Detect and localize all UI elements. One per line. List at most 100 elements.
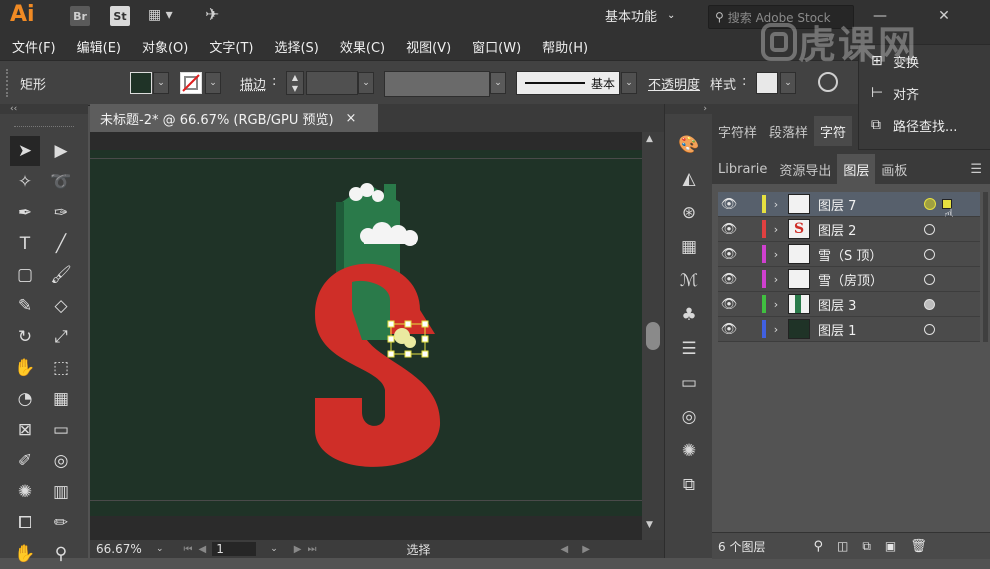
next-artboard-icon[interactable]: ▶ xyxy=(294,544,302,555)
expand-chevron-icon[interactable]: › xyxy=(766,223,786,236)
free-transform-tool-icon[interactable]: ⬚ xyxy=(46,353,76,383)
eraser-tool-icon[interactable]: ◇ xyxy=(46,291,76,321)
rectangle-tool-icon[interactable]: ▢ xyxy=(10,260,40,290)
artboard-dropdown-icon[interactable]: ⌄ xyxy=(270,544,278,554)
close-document-icon[interactable]: × xyxy=(346,111,357,126)
panel-menu-icon[interactable]: ☰ xyxy=(970,162,982,177)
swatches-icon[interactable]: ▦ xyxy=(665,230,713,264)
layer-name[interactable]: 雪（S 顶） xyxy=(818,245,918,264)
layer-row[interactable]: 👁 › 雪（S 顶） xyxy=(718,242,980,267)
zoom-dropdown-icon[interactable]: ⌄ xyxy=(156,544,164,554)
stroke-panel-icon[interactable]: ☰ xyxy=(665,332,713,366)
opacity-label[interactable]: 不透明度 xyxy=(648,74,700,93)
fill-swatch[interactable] xyxy=(130,72,152,94)
brush-dropdown[interactable]: ⌄ xyxy=(621,72,637,94)
layer-target-icon[interactable] xyxy=(924,248,935,260)
artboard[interactable] xyxy=(90,150,642,516)
flyout-item-pathfinder[interactable]: ⧉ 路径查找... xyxy=(859,109,990,141)
scale-tool-icon[interactable]: ⤢ xyxy=(46,322,76,352)
artwork[interactable] xyxy=(90,150,642,516)
stroke-swatch[interactable] xyxy=(180,72,202,94)
stroke-dropdown[interactable]: ⌄ xyxy=(205,72,221,94)
gradient-tool-icon[interactable]: ▭ xyxy=(46,415,76,445)
layer-target-icon[interactable] xyxy=(924,323,935,335)
layer-row[interactable]: 👁 › 图层 1 xyxy=(718,317,980,342)
pen-tool-icon[interactable]: ✒ xyxy=(10,198,40,228)
document-tab[interactable]: 未标题-2* @ 66.67% (RGB/GPU 预览) × xyxy=(90,104,378,132)
stroke-weight-dropdown[interactable]: ⌄ xyxy=(358,72,374,94)
tab-paragraph-styles[interactable]: 段落样 xyxy=(763,116,814,146)
layer-target-icon[interactable] xyxy=(924,223,935,235)
expand-chevron-icon[interactable]: › xyxy=(766,248,786,261)
status-menu-icon[interactable]: ◀ xyxy=(561,544,569,555)
expand-chevron-icon[interactable]: › xyxy=(766,273,786,286)
selection-tool-icon[interactable]: ➤ xyxy=(10,136,40,166)
menu-effect[interactable]: 效果(C) xyxy=(340,37,385,56)
variable-width-profile[interactable] xyxy=(384,71,490,97)
menu-view[interactable]: 视图(V) xyxy=(406,37,451,56)
expand-chevron-icon[interactable]: › xyxy=(766,323,786,336)
lasso-tool-icon[interactable]: ➰ xyxy=(46,167,76,197)
layer-row[interactable]: 👁 › 图层 7 ☝ xyxy=(718,192,980,224)
layer-target-icon[interactable] xyxy=(924,198,936,210)
blend-tool-icon[interactable]: ◎ xyxy=(46,446,76,476)
scrollbar-thumb[interactable] xyxy=(646,322,660,350)
visibility-eye-icon[interactable]: 👁 xyxy=(718,222,740,237)
layer-name[interactable]: 图层 3 xyxy=(818,295,918,314)
tab-layers[interactable]: 图层 xyxy=(837,154,876,184)
tab-asset-export[interactable]: 资源导出 xyxy=(773,154,837,184)
stroke-weight-input[interactable] xyxy=(306,71,358,95)
gradient-panel-icon[interactable]: ▭ xyxy=(665,366,713,400)
visibility-eye-icon[interactable]: 👁 xyxy=(718,272,740,287)
shape-builder-tool-icon[interactable]: ◔ xyxy=(10,384,40,414)
brushes-icon[interactable]: ℳ xyxy=(665,264,713,298)
delete-layer-icon[interactable]: 🗑 xyxy=(910,539,927,554)
appearance-panel-icon[interactable]: ✺ xyxy=(665,434,713,468)
layer-row[interactable]: 👁 › 图层 3 xyxy=(718,292,980,317)
vertical-scrollbar[interactable]: ▲ ▼ xyxy=(642,132,664,540)
recolor-artwork-icon[interactable] xyxy=(818,72,838,92)
layers-scrollbar[interactable] xyxy=(983,192,988,342)
brush-definition-field[interactable]: 基本 xyxy=(516,71,620,95)
rotate-tool-icon[interactable]: ↻ xyxy=(10,322,40,352)
hand-tool-icon[interactable]: ✋ xyxy=(10,539,40,569)
layer-row[interactable]: 👁 › S 图层 2 xyxy=(718,217,980,242)
scroll-down-icon[interactable]: ▼ xyxy=(646,520,653,530)
expand-chevron-icon[interactable]: › xyxy=(766,298,786,311)
menu-select[interactable]: 选择(S) xyxy=(274,37,318,56)
control-bar-grip[interactable] xyxy=(6,69,12,97)
layer-name[interactable]: 图层 2 xyxy=(818,220,918,239)
first-artboard-icon[interactable]: ⏮ xyxy=(184,544,193,555)
artboard-tool-icon[interactable]: ⧠ xyxy=(10,508,40,538)
eyedropper-tool-icon[interactable]: ✐ xyxy=(10,446,40,476)
visibility-eye-icon[interactable]: 👁 xyxy=(718,247,740,262)
gpu-performance-icon[interactable]: ✈ xyxy=(205,5,219,25)
color-picker-icon[interactable]: ⊛ xyxy=(665,196,713,230)
workspace-switcher[interactable]: 基本功能 ⌄ xyxy=(605,6,675,25)
expand-dock-icon[interactable]: › xyxy=(665,104,713,114)
fill-dropdown[interactable]: ⌄ xyxy=(153,72,169,94)
layer-name[interactable]: 图层 7 xyxy=(818,195,918,214)
menu-edit[interactable]: 编辑(E) xyxy=(77,37,121,56)
menu-object[interactable]: 对象(O) xyxy=(142,37,188,56)
collapse-tools-icon[interactable]: ‹‹ xyxy=(0,104,88,114)
visibility-eye-icon[interactable]: 👁 xyxy=(718,297,740,312)
layer-name[interactable]: 雪（房顶） xyxy=(818,270,918,289)
magic-wand-tool-icon[interactable]: ✧ xyxy=(10,167,40,197)
locate-object-icon[interactable]: ⚲ xyxy=(813,539,823,554)
stroke-label[interactable]: 描边 xyxy=(240,74,266,93)
menu-file[interactable]: 文件(F) xyxy=(12,37,56,56)
graphic-style-swatch[interactable] xyxy=(756,72,778,94)
bridge-button[interactable]: Br xyxy=(70,6,90,26)
tab-libraries[interactable]: Librarie xyxy=(712,154,773,184)
status-scroll-icon[interactable]: ▶ xyxy=(582,544,590,555)
previous-artboard-icon[interactable]: ◀ xyxy=(199,544,207,555)
new-sublayer-icon[interactable]: ⧉ xyxy=(862,539,871,554)
graphic-styles-icon[interactable]: ⧉ xyxy=(665,468,713,502)
menu-window[interactable]: 窗口(W) xyxy=(472,37,521,56)
last-artboard-icon[interactable]: ⏭ xyxy=(308,544,317,555)
menu-help[interactable]: 帮助(H) xyxy=(542,37,588,56)
layer-target-icon[interactable] xyxy=(924,298,935,310)
layer-row[interactable]: 👁 › 雪（房顶） xyxy=(718,267,980,292)
tab-character[interactable]: 字符 xyxy=(814,116,853,146)
